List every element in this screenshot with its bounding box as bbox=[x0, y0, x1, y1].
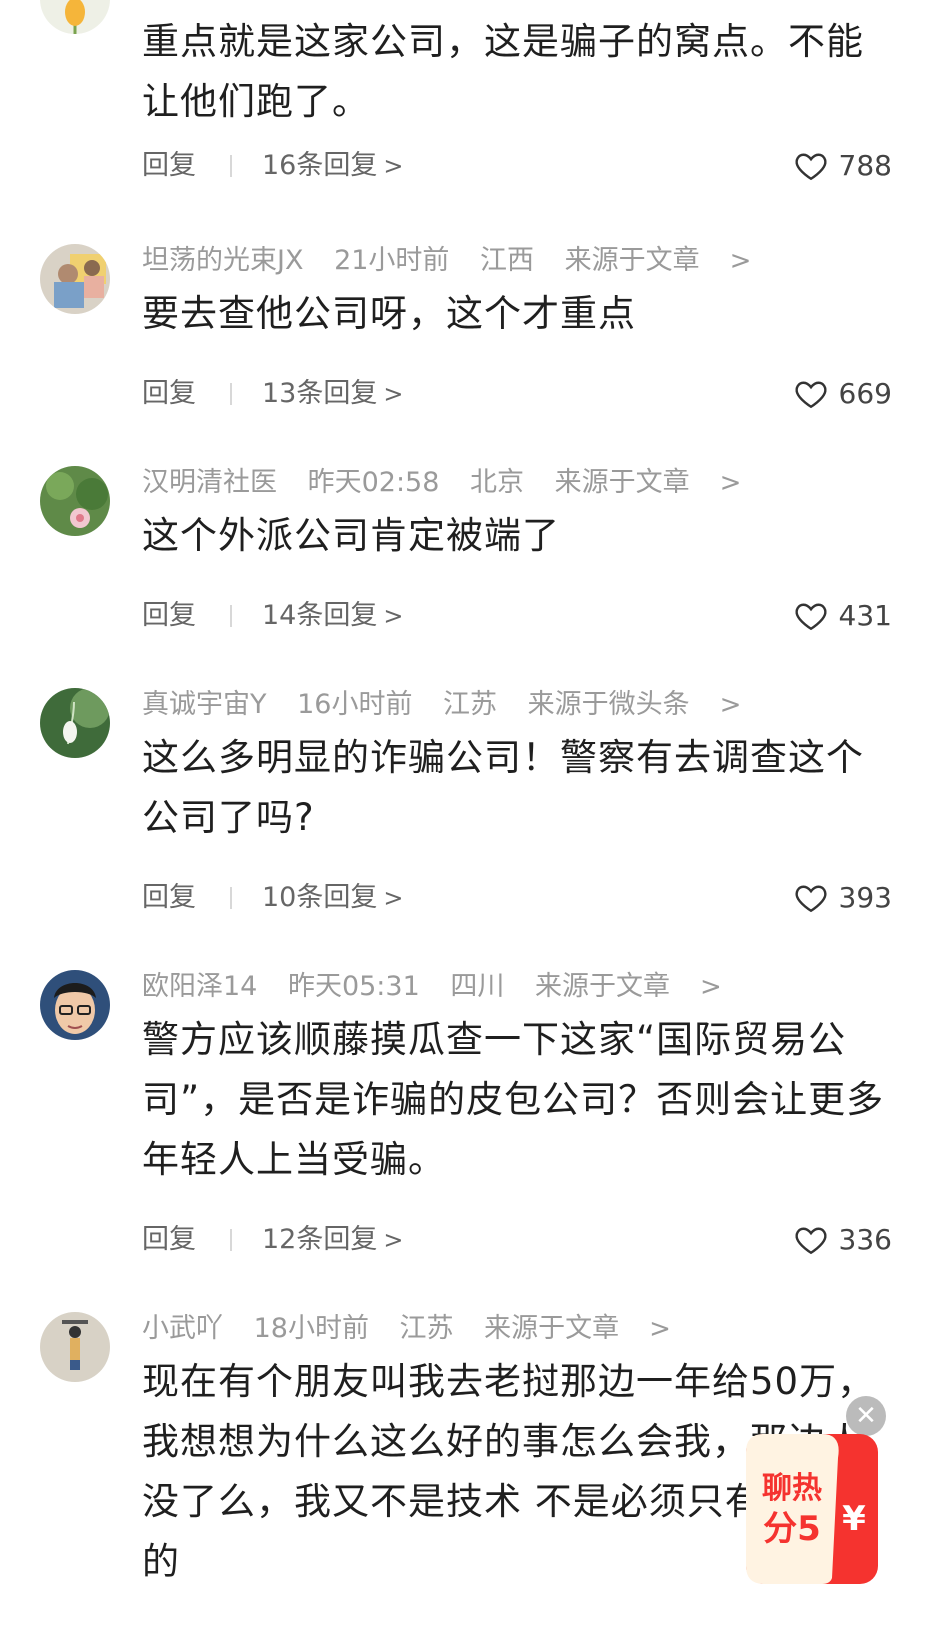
red-packet-widget[interactable]: 聊热 分5 ¥ bbox=[742, 1428, 882, 1588]
reply-button[interactable]: 回复 bbox=[142, 596, 196, 636]
like-count: 431 bbox=[838, 599, 892, 632]
view-replies-link[interactable]: 16条回复 > bbox=[262, 146, 403, 186]
region: 江苏 bbox=[443, 689, 498, 720]
comment-actions: 回复 12条回复 > 336 bbox=[142, 1220, 892, 1260]
view-replies-link[interactable]: 14条回复 > bbox=[262, 596, 403, 636]
comment-text: 要去查他公司呀，这个才重点 bbox=[142, 292, 636, 335]
timestamp: 昨天05:31 bbox=[287, 971, 420, 1002]
divider bbox=[230, 383, 232, 405]
avatar[interactable] bbox=[40, 970, 110, 1040]
widget-line2: 分5 bbox=[763, 1509, 821, 1549]
comment-text: 这个外派公司肯定被端了 bbox=[142, 514, 560, 557]
divider bbox=[230, 1229, 232, 1251]
username[interactable]: 汉明清社医 bbox=[142, 467, 277, 498]
like-count: 393 bbox=[838, 881, 892, 914]
like-count: 669 bbox=[838, 377, 892, 410]
chevron-right-icon: > bbox=[699, 972, 722, 1002]
source-link[interactable]: 来源于微头条 > bbox=[528, 689, 764, 720]
source-link[interactable]: 来源于文章 > bbox=[555, 467, 764, 498]
like-count: 336 bbox=[838, 1223, 892, 1256]
username[interactable]: 小武吖 bbox=[142, 1313, 223, 1344]
username[interactable]: 欧阳泽14 bbox=[142, 971, 257, 1002]
comment-meta: 欧阳泽14 昨天05:31 四川 来源于文章 > bbox=[142, 970, 744, 1004]
chevron-right-icon: > bbox=[383, 152, 404, 180]
heart-icon bbox=[795, 603, 827, 631]
chevron-right-icon: > bbox=[719, 690, 742, 720]
widget-line1: 聊热 bbox=[762, 1471, 822, 1506]
comment-actions: 回复 16条回复 > 788 bbox=[142, 146, 892, 186]
avatar[interactable] bbox=[40, 1312, 110, 1382]
source-link[interactable]: 来源于文章 > bbox=[484, 1313, 693, 1344]
reply-button[interactable]: 回复 bbox=[142, 1220, 196, 1260]
comment-actions: 回复 10条回复 > 393 bbox=[142, 878, 892, 918]
timestamp: 昨天02:58 bbox=[307, 467, 440, 498]
reply-button[interactable]: 回复 bbox=[142, 374, 196, 414]
comment-text: 重点就是这家公司，这是骗子的窝点。不能让他们跑了。 bbox=[142, 20, 864, 123]
comment-meta: 真诚宇宙Y 16小时前 江苏 来源于微头条 > bbox=[142, 688, 763, 722]
username[interactable]: 真诚宇宙Y bbox=[142, 689, 267, 720]
divider bbox=[230, 887, 232, 909]
timestamp: 21小时前 bbox=[334, 245, 450, 276]
region: 江苏 bbox=[399, 1313, 454, 1344]
like-button[interactable]: 431 bbox=[793, 596, 892, 636]
comment-meta: 小武吖 18小时前 江苏 来源于文章 > bbox=[142, 1312, 693, 1346]
username[interactable]: 坦荡的光束JX bbox=[142, 245, 303, 276]
like-count: 788 bbox=[838, 149, 892, 182]
view-replies-link[interactable]: 10条回复 > bbox=[262, 878, 403, 918]
chevron-right-icon: > bbox=[383, 1226, 404, 1254]
region: 北京 bbox=[470, 467, 524, 498]
chevron-right-icon: > bbox=[383, 884, 404, 912]
yuan-icon: ¥ bbox=[842, 1499, 866, 1539]
heart-icon bbox=[795, 1227, 827, 1255]
like-button[interactable]: 393 bbox=[793, 878, 892, 918]
source-link[interactable]: 来源于文章 > bbox=[535, 971, 744, 1002]
chevron-right-icon: > bbox=[719, 468, 742, 498]
chevron-right-icon: > bbox=[649, 1314, 671, 1344]
chevron-right-icon: > bbox=[383, 380, 404, 408]
divider bbox=[230, 155, 232, 177]
heart-icon bbox=[795, 381, 827, 409]
source-link[interactable]: 来源于文章 > bbox=[565, 245, 774, 276]
comment-text: 这么多明显的诈骗公司！警察有去调查这个公司了吗? bbox=[142, 736, 864, 839]
comment-actions: 回复 14条回复 > 431 bbox=[142, 596, 892, 636]
reply-button[interactable]: 回复 bbox=[142, 878, 196, 918]
timestamp: 18小时前 bbox=[253, 1313, 369, 1344]
comment-actions: 回复 13条回复 > 669 bbox=[142, 374, 892, 414]
chevron-right-icon: > bbox=[729, 246, 752, 276]
heart-icon bbox=[795, 153, 827, 181]
reply-button[interactable]: 回复 bbox=[142, 146, 196, 186]
heart-icon bbox=[795, 885, 827, 913]
comment-meta: 汉明清社医 昨天02:58 北京 来源于文章 > bbox=[142, 466, 763, 500]
region: 四川 bbox=[450, 971, 505, 1002]
timestamp: 16小时前 bbox=[297, 689, 413, 720]
comment-text: 警方应该顺藤摸瓜查一下这家“国际贸易公司”，是否是诈骗的皮包公司？否则会让更多年… bbox=[142, 1018, 885, 1181]
like-button[interactable]: 788 bbox=[793, 146, 892, 186]
chevron-right-icon: > bbox=[383, 602, 404, 630]
avatar[interactable] bbox=[40, 0, 110, 34]
avatar[interactable] bbox=[40, 466, 110, 536]
view-replies-link[interactable]: 12条回复 > bbox=[262, 1220, 403, 1260]
like-button[interactable]: 669 bbox=[793, 374, 892, 414]
avatar[interactable] bbox=[40, 244, 110, 314]
comment-meta: 坦荡的光束JX 21小时前 江西 来源于文章 > bbox=[142, 244, 773, 278]
like-button[interactable]: 336 bbox=[793, 1220, 892, 1260]
avatar[interactable] bbox=[40, 688, 110, 758]
region: 江西 bbox=[480, 245, 535, 276]
view-replies-link[interactable]: 13条回复 > bbox=[262, 374, 403, 414]
divider bbox=[230, 605, 232, 627]
